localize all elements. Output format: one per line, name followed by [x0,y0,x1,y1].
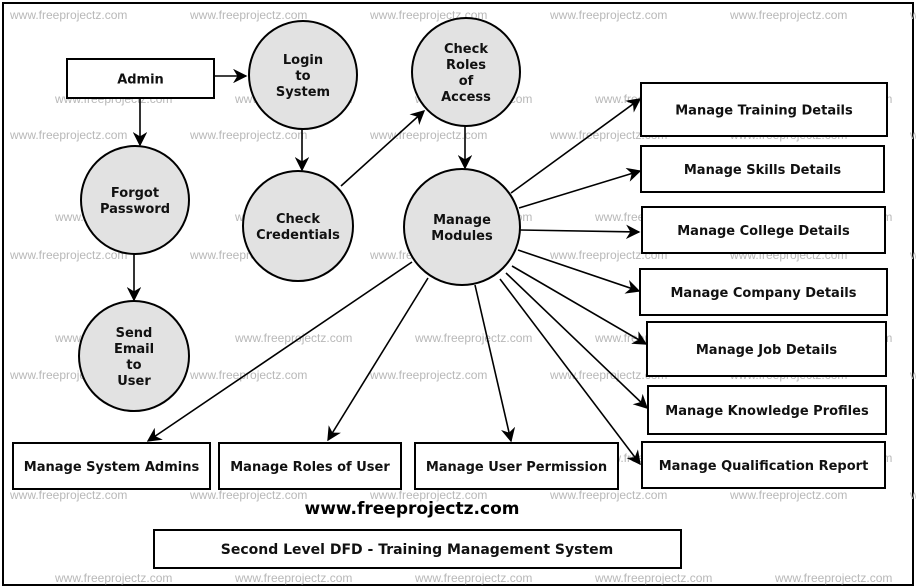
website-label: www.freeprojectz.com [305,499,520,519]
watermark-text: www.freeprojectz.com [774,571,892,585]
watermark-text: www.freeprojectz.com [234,571,352,585]
watermark-text: www.freeprojectz.com [909,128,916,142]
module-permission: Manage User Permission [414,442,619,490]
entity-admin: Admin [66,58,215,99]
watermark-text: www.freeprojectz.com [369,368,487,382]
process-label-line: to [126,358,141,373]
watermark-text: www.freeprojectz.com [9,128,127,142]
module-job: Manage Job Details [646,321,887,377]
module-qualification: Manage Qualification Report [641,441,886,489]
watermark-text: www.freeprojectz.com [909,488,916,502]
module-label: Manage College Details [677,224,850,239]
process-check-roles: CheckRolesofAccess [411,17,521,127]
module-label: Manage Skills Details [684,163,842,178]
watermark-text: www.freeprojectz.com [9,248,127,262]
module-label: Manage Qualification Report [659,459,869,474]
process-label-line: Check [276,212,320,227]
process-label-line: Login [283,53,323,68]
entity-label: Admin [117,73,164,88]
watermark-text: www.freeprojectz.com [549,488,667,502]
flow-arrow-manage_modules-to-training [510,98,642,194]
node-layer: AdminLogintoSystemCheckRolesofAccessForg… [12,17,888,490]
module-sysadmins: Manage System Admins [12,442,211,490]
watermark-text: www.freeprojectz.com [369,128,487,142]
watermark-text: www.freeprojectz.com [54,571,172,585]
process-manage-modules: ManageModules [403,168,521,286]
module-company: Manage Company Details [639,268,888,316]
watermark-text: www.freeprojectz.com [189,8,307,22]
process-label-line: Send [116,326,153,341]
module-knowledge: Manage Knowledge Profiles [647,385,887,435]
module-roles: Manage Roles of User [218,442,402,490]
flow-arrow-check_cred-to-check_roles [340,110,426,187]
watermark-text: www.freeprojectz.com [189,488,307,502]
module-label: Manage Knowledge Profiles [665,404,869,419]
watermark-text: www.freeprojectz.com [9,8,127,22]
process-login: LogintoSystem [248,20,358,130]
process-check-cred: CheckCredentials [242,170,354,282]
module-label: Manage User Permission [426,460,607,475]
module-label: Manage Roles of User [230,460,390,475]
watermark-text: www.freeprojectz.com [549,8,667,22]
process-label-line: to [295,69,310,84]
flow-arrow-manage_modules-to-college [519,224,641,239]
process-label-line: Manage [433,213,491,228]
dfd-diagram: www.freeprojectz.com www.freeprojectz.com… [9,8,916,585]
module-label: Manage System Admins [24,460,200,475]
watermark-text: www.freeprojectz.com [189,128,307,142]
watermark-text: www.freeprojectz.com [909,8,916,22]
watermark-text: www.freeprojectz.com [729,8,847,22]
module-label: Manage Company Details [671,286,857,301]
process-label-line: Forgot [111,186,159,201]
process-send-email: SendEmailtoUser [78,300,190,412]
process-label-line: System [276,85,330,100]
flow-arrow-manage_modules-to-permission [474,284,516,443]
watermark-text: www.freeprojectz.com [189,368,307,382]
watermark-text: www.freeprojectz.com [9,488,127,502]
process-label-line: Access [441,90,491,105]
process-label-line: Roles [446,58,486,73]
process-label-line: Email [114,342,154,357]
watermark-text: www.freeprojectz.com [909,248,916,262]
module-label: Manage Training Details [675,104,853,119]
module-label: Manage Job Details [696,343,837,358]
process-label-line: Credentials [256,228,340,243]
module-college: Manage College Details [641,206,886,254]
watermark-text: www.freeprojectz.com [594,571,712,585]
module-skills: Manage Skills Details [640,145,885,193]
watermark-text: www.freeprojectz.com [729,488,847,502]
process-label-line: of [459,74,474,89]
watermark-text: www.freeprojectz.com [909,368,916,382]
process-label-line: Check [444,42,488,57]
process-label-line: User [117,374,151,389]
process-label-line: Password [100,202,170,217]
flow-arrow-manage_modules-to-skills [518,167,642,209]
diagram-title: Second Level DFD - Training Management S… [221,542,613,558]
watermark-text: www.freeprojectz.com [414,331,532,345]
watermark-text: www.freeprojectz.com [414,571,532,585]
flow-arrow-manage_modules-to-roles [327,277,429,442]
process-label-line: Modules [431,229,493,244]
module-training: Manage Training Details [640,82,888,137]
process-forgot: ForgotPassword [80,145,190,255]
